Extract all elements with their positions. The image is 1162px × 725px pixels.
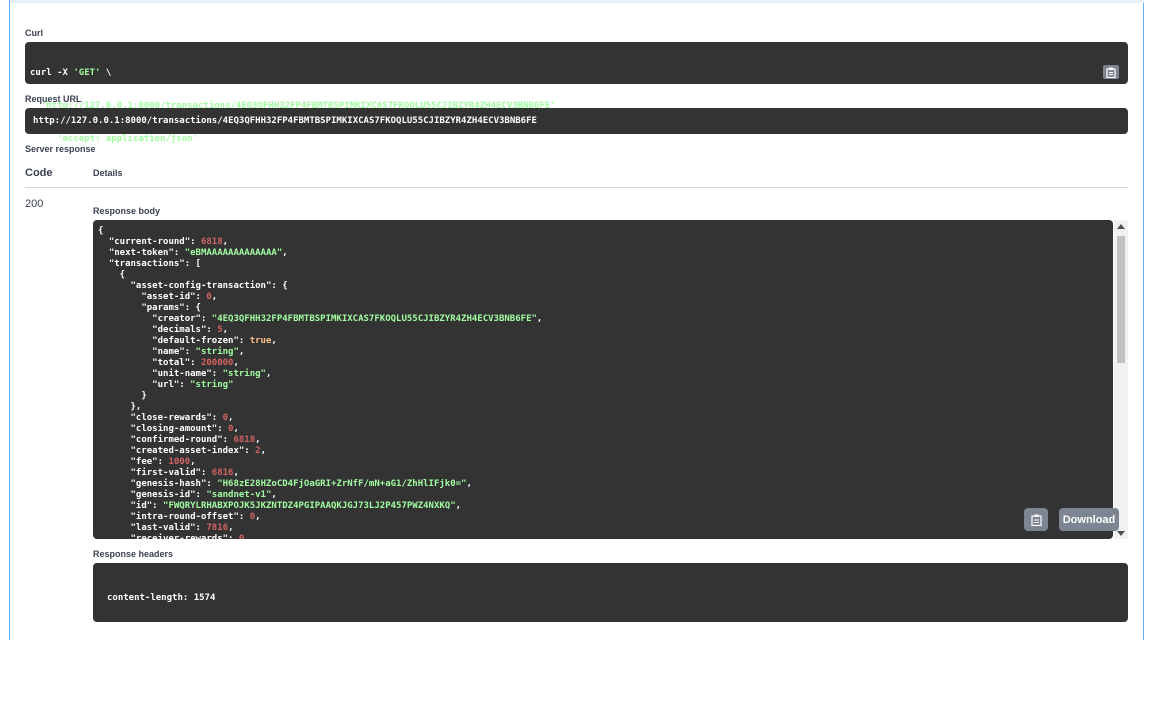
response-body-content: { "current-round": 6818, "next-token": "… [98, 226, 542, 539]
response-body[interactable]: { "current-round": 6818, "next-token": "… [93, 220, 1113, 539]
details-column-header: Details [93, 168, 123, 178]
response-body-scrollbar[interactable] [1114, 220, 1128, 539]
response-body-line: "first-valid": 6816, [98, 468, 239, 478]
curl-line-1: curl -X 'GET' \ [30, 68, 112, 78]
response-body-line: "asset-config-transaction": { [98, 281, 288, 291]
curl-line-3: -H 'accept: application/json' [30, 134, 198, 144]
response-body-line: "creator": "4EQ3QFHH32FP4FBMTBSPIMKIXCAS… [98, 314, 543, 324]
response-body-line: }, [98, 402, 142, 412]
download-button[interactable]: Download [1059, 508, 1119, 531]
response-body-line: "url": "string" [98, 380, 234, 390]
header-line: date: Wed,07 Jul 2021 04:19:24 GMT [107, 659, 292, 669]
response-body-line: "created-asset-index": 2, [98, 446, 266, 456]
arrow-down-icon[interactable] [1117, 531, 1125, 536]
response-body-line: "close-rewards": 0, [98, 413, 234, 423]
request-url-block[interactable]: http://127.0.0.1:8000/transactions/4EQ3Q… [25, 108, 1128, 134]
code-column-header: Code [25, 167, 53, 179]
server-response-label: Server response [25, 144, 96, 154]
header-line: content-type: application/json [107, 626, 270, 636]
request-url-value: http://127.0.0.1:8000/transactions/4EQ3Q… [33, 116, 537, 126]
panel-top-divider [10, 0, 1144, 3]
response-body-label: Response body [93, 206, 161, 216]
request-url-label: Request URL [25, 94, 82, 104]
response-body-line: "next-token": "eBMAAAAAAAAAAAAA", [98, 248, 288, 258]
response-body-line: "intra-round-offset": 0, [98, 512, 261, 522]
response-body-line: { [98, 226, 104, 236]
clipboard-icon [1106, 67, 1116, 78]
response-body-line: "genesis-id": "sandnet-v1", [98, 490, 277, 500]
response-body-line: "total": 200000, [98, 358, 239, 368]
response-body-line: "last-valid": 7816, [98, 523, 234, 533]
copy-curl-button[interactable] [1103, 65, 1119, 79]
response-body-line: } [98, 391, 147, 401]
copy-response-button[interactable] [1024, 508, 1048, 531]
response-body-line: "unit-name": "string", [98, 369, 272, 379]
response-body-line: "transactions": [ [98, 259, 201, 269]
response-body-line: "default-frozen": true, [98, 336, 277, 346]
response-headers-label: Response headers [93, 549, 174, 559]
response-body-line: "name": "string", [98, 347, 245, 357]
curl-code-block[interactable]: curl -X 'GET' \ 'http://127.0.0.1:8000/t… [25, 42, 1128, 144]
response-body-line: { [98, 270, 126, 280]
curl-command: curl -X 'GET' \ 'http://127.0.0.1:8000/t… [30, 46, 566, 167]
response-headers-block[interactable]: content-length: 1574 content-type: appli… [93, 563, 1128, 702]
header-line: content-length: 1574 [107, 593, 216, 603]
response-status-code: 200 [25, 198, 44, 210]
response-body-line: "closing-amount": 0, [98, 424, 239, 434]
response-headers-content: content-length: 1574 content-type: appli… [107, 571, 291, 725]
response-body-line: "decimals": 5, [98, 325, 229, 335]
clipboard-icon [1030, 514, 1042, 526]
response-body-line: "confirmed-round": 6818, [98, 435, 261, 445]
curl-label: Curl [25, 28, 43, 38]
response-body-line: "genesis-hash": "H68zE28HZoCD4FjOaGRI+Zr… [98, 479, 472, 489]
arrow-up-icon[interactable] [1117, 224, 1125, 229]
table-header-divider [25, 187, 1128, 188]
response-body-line: "receiver-rewards": 0, [98, 534, 250, 539]
scrollbar-thumb[interactable] [1117, 236, 1125, 363]
response-body-line: "current-round": 6818, [98, 237, 229, 247]
response-body-line: "params": { [98, 303, 201, 313]
response-body-line: "asset-id": 0, [98, 292, 218, 302]
header-line: server: uvicorn [107, 692, 189, 702]
response-body-line: "id": "FWQRYLRHABXPOJK5JKZNTDZ4PGIPAAQKJ… [98, 501, 462, 511]
response-body-line: "fee": 1000, [98, 457, 196, 467]
